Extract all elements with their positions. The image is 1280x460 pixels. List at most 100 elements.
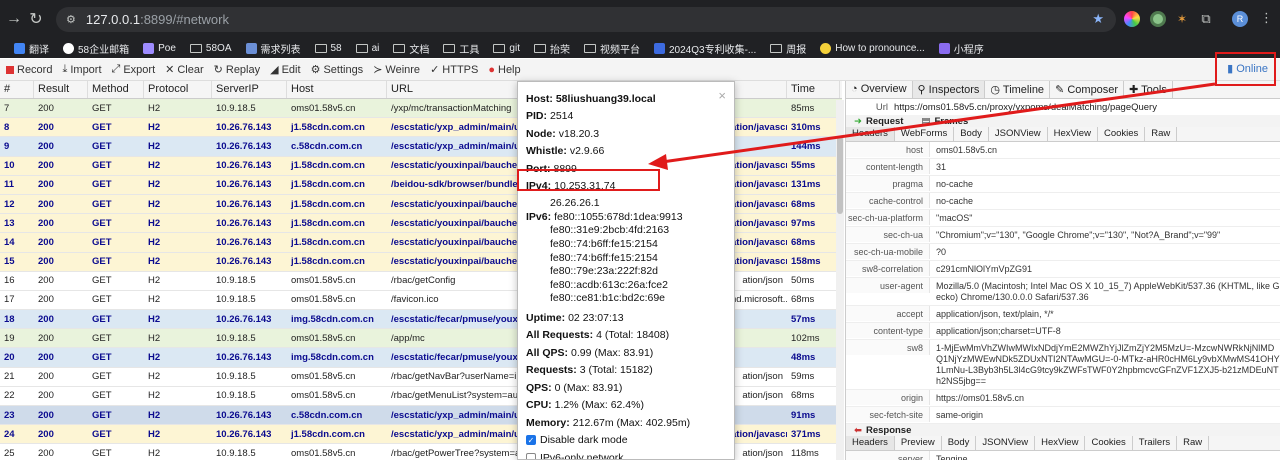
column-header[interactable]: Host [287,81,387,98]
response-tab-body[interactable]: Body [942,436,977,450]
cell-result: 200 [38,140,54,152]
cell-type: ation/javascript [731,256,787,268]
response-tab-raw[interactable]: Raw [1177,436,1210,450]
forward-icon[interactable]: → [2,10,26,28]
column-header[interactable]: Protocol [144,81,212,98]
header-value: Mozilla/5.0 (Macintosh; Intel Mac OS X 1… [936,281,1280,302]
cell-time: 50ms [791,275,815,287]
bookmark-item[interactable]: Poe [143,42,176,54]
cell-index: 12 [4,198,15,210]
column-header[interactable] [727,81,787,98]
bookmark-item[interactable]: 周报 [770,41,806,56]
request-tab-raw[interactable]: Raw [1145,127,1178,141]
cell-method: GET [92,121,112,133]
bookmark-star-icon[interactable]: ★ [1092,11,1104,27]
close-icon[interactable]: × [718,88,726,103]
bookmark-item[interactable]: 文档 [393,41,429,56]
tab-inspectors-icon: ⚲ [917,84,929,96]
url-path: :8899/#network [140,12,229,27]
browser-menu-icon[interactable]: ⋮ [1260,10,1273,26]
extensions-puzzle-icon[interactable]: ⧉ [1198,11,1214,27]
export-button[interactable]: ⤢ Export [112,63,156,76]
response-tab-headers[interactable]: Headers [846,436,895,450]
cell-type: ation/javascript [731,236,787,248]
response-tab-trailers[interactable]: Trailers [1133,436,1178,450]
column-header[interactable]: Time [787,81,840,98]
bookmark-item[interactable]: 工具 [443,41,479,56]
doc-icon [653,42,665,54]
popup-memory: 212.67m (Max: 402.95m) [572,416,691,429]
weinre-button[interactable]: ≻ Weinre [373,63,420,77]
cell-host: j1.58cdn.com.cn [291,160,365,172]
response-section-header[interactable]: ⬅ Response [846,424,1280,436]
cell-method: GET [92,179,112,191]
column-header[interactable]: Result [34,81,88,98]
column-header[interactable]: Method [88,81,144,98]
cell-host: oms01.58v5.cn [291,102,356,114]
bookmark-item[interactable]: 小程序 [938,41,984,56]
profile-avatar[interactable]: R [1232,11,1248,27]
bookmark-item[interactable]: 视频平台 [583,41,640,56]
tab-inspectors[interactable]: ⚲ Inspectors [912,81,986,98]
cell-method: GET [92,409,112,421]
green-extension-icon[interactable] [1150,11,1166,27]
bookmark-item[interactable]: 翻译 [14,41,49,56]
site-info-icon[interactable]: ⚙ [66,13,76,26]
header-value: Tengine [936,454,968,460]
request-tab-headers[interactable]: Headers [846,127,895,141]
request-tab-jsonview[interactable]: JSONView [989,127,1048,141]
help-button[interactable]: ● Help [488,64,520,76]
edit-button[interactable]: ◢ Edit [270,63,300,77]
popup-ipv6-entry: IPv6: fe80::1055:678d:1dea:9913 [526,210,683,223]
tab-overview-icon: ◔ [851,83,861,95]
settings-button[interactable]: ⚙ Settings [311,63,364,77]
request-tab-cookies[interactable]: Cookies [1098,127,1146,141]
response-tab-preview[interactable]: Preview [895,436,942,450]
clear-button[interactable]: ✕ Clear [165,63,204,77]
address-bar[interactable]: ⚙ 127.0.0.1:8899/#network ★ [56,7,1116,32]
column-header[interactable]: ServerIP [212,81,287,98]
cell-time: 144ms [791,140,821,152]
scrollbar-thumb[interactable] [837,136,843,214]
request-tab-body[interactable]: Body [954,127,989,141]
tab-overview[interactable]: ◔ Overview [846,81,913,98]
response-tab-cookies[interactable]: Cookies [1085,436,1133,450]
bookmark-item[interactable]: git [493,43,520,54]
network-scrollbar[interactable] [836,100,844,460]
response-tab-hexview[interactable]: HexView [1035,436,1086,450]
cell-ip: 10.9.18.5 [216,371,256,383]
color-extension-icon[interactable] [1124,11,1140,27]
cell-time: 310ms [791,121,821,133]
request-tab-webforms[interactable]: WebForms [895,127,955,141]
yellow-circle-icon [820,42,832,54]
record-button[interactable]: Record [6,64,52,76]
request-tabs: Headers WebForms Body JSONView HexView Cookie… [846,127,1280,142]
bookmark-item[interactable]: 58企业邮箱 [63,41,129,56]
folder-icon [443,43,456,53]
bookmark-item[interactable]: How to pronounce... [820,42,925,54]
reload-icon[interactable]: ↻ [24,9,48,29]
request-section-header[interactable]: ➜ Request ▤ Frames [846,115,1280,127]
dark-mode-checkbox[interactable]: ✓ Disable dark mode [526,432,726,450]
import-button[interactable]: ⤓ Import [62,63,101,76]
request-tab-hexview[interactable]: HexView [1048,127,1098,141]
bookmark-item[interactable]: 抬荣 [533,41,570,56]
tab-composer[interactable]: ✎ Composer [1050,81,1125,98]
https-button[interactable]: ✓ HTTPS [430,63,478,77]
bookmark-item[interactable]: 需求列表 [245,41,301,56]
response-tab-jsonview[interactable]: JSONView [976,436,1036,450]
header-value: "Chromium";v="130", "Google Chrome";v="1… [936,230,1221,240]
replay-button[interactable]: ↻ Replay [214,63,260,77]
cell-ip: 10.26.76.143 [216,160,272,172]
bookmark-item[interactable]: 58OA [189,43,232,54]
cell-result: 200 [38,352,54,364]
tab-timeline[interactable]: ◷ Timeline [985,81,1051,98]
bird-extension-icon[interactable]: ✶ [1174,11,1190,27]
column-header[interactable]: # [0,81,34,98]
bookmark-item[interactable]: 58 [314,43,342,54]
ipv6-only-checkbox[interactable]: IPv6-only network [526,449,726,459]
popup-ipv6-entry: fe80::31e9:2bcb:4fd:2163 [550,224,670,237]
tab-tools[interactable]: ✚ Tools [1124,81,1173,98]
bookmark-item[interactable]: 2024Q3专利收集-... [653,41,756,56]
bookmark-item[interactable]: ai [355,43,379,54]
